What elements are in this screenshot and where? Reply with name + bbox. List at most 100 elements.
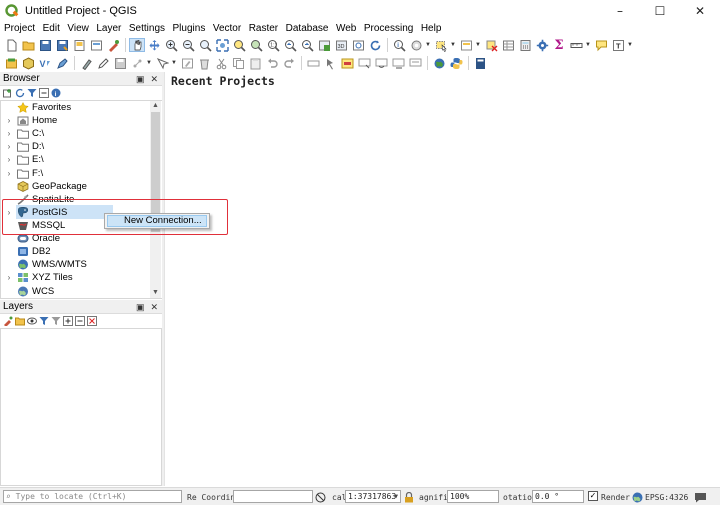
menu-help[interactable]: Help (421, 23, 442, 34)
save-project-icon[interactable] (37, 38, 53, 52)
tree-item-db2[interactable]: DB2 (1, 245, 50, 258)
scroll-down-icon[interactable]: ▼ (150, 288, 161, 298)
processing-toolbox-icon[interactable] (534, 38, 550, 52)
save-edits-icon[interactable] (112, 56, 128, 70)
change-label-icon[interactable] (390, 56, 406, 70)
select-features-icon[interactable] (433, 38, 449, 52)
tree-item-favorites[interactable]: Favorites (1, 101, 71, 114)
python-console-icon[interactable] (448, 56, 464, 70)
crs-globe-icon[interactable] (632, 491, 643, 503)
menu-processing[interactable]: Processing (364, 23, 413, 34)
undo-icon[interactable] (264, 56, 280, 70)
tree-item-drive-d[interactable]: › D:\ (1, 140, 44, 153)
delete-selected-icon[interactable] (196, 56, 212, 70)
new-print-layout-icon[interactable] (71, 38, 87, 52)
filter-legend-icon[interactable] (39, 316, 49, 326)
modify-attributes-icon[interactable] (179, 56, 195, 70)
digitize-icon[interactable] (54, 56, 70, 70)
zoom-to-selection-icon[interactable] (231, 38, 247, 52)
run-action-icon[interactable] (408, 38, 424, 52)
menu-edit[interactable]: Edit (43, 23, 60, 34)
filter-expression-icon[interactable] (51, 316, 61, 326)
float-panel-icon[interactable]: ▣ (136, 302, 145, 313)
current-edits-icon[interactable] (78, 56, 94, 70)
zoom-next-icon[interactable] (299, 38, 315, 52)
style-manager-icon[interactable] (105, 38, 121, 52)
new-3d-map-icon[interactable]: 3D (333, 38, 349, 52)
data-source-manager-icon[interactable] (3, 56, 19, 70)
messages-icon[interactable] (694, 491, 707, 503)
add-selected-layers-icon[interactable] (3, 88, 13, 98)
select-by-value-icon[interactable] (458, 38, 474, 52)
zoom-rubber-band-icon[interactable] (197, 38, 213, 52)
new-project-icon[interactable] (3, 38, 19, 52)
dropdown-arrow-icon[interactable]: ▼ (450, 42, 456, 48)
help-contents-icon[interactable] (472, 56, 488, 70)
statistical-summary-icon[interactable]: Σ (551, 38, 567, 53)
dropdown-arrow-icon[interactable]: ▼ (171, 60, 177, 66)
lock-scale-icon[interactable] (404, 491, 414, 503)
highlight-pinned-labels-icon[interactable] (339, 56, 355, 70)
show-hide-labels-icon[interactable] (407, 56, 423, 70)
copy-features-icon[interactable] (230, 56, 246, 70)
field-calculator-icon[interactable] (517, 38, 533, 52)
extents-toggle-icon[interactable] (315, 491, 326, 503)
label-toolbar-icon[interactable] (305, 56, 321, 70)
expand-arrow[interactable]: › (5, 155, 13, 164)
menu-database[interactable]: Database (286, 23, 329, 34)
coordinate-field[interactable] (233, 490, 313, 503)
minimize-button[interactable]: – (600, 0, 640, 22)
refresh-icon[interactable] (367, 38, 383, 52)
new-shapefile-icon[interactable]: V (37, 56, 53, 70)
save-as-icon[interactable] (54, 38, 70, 52)
close-button[interactable]: ✕ (680, 0, 720, 22)
expand-arrow[interactable]: › (5, 142, 13, 151)
filter-icon[interactable] (27, 88, 37, 98)
pan-map-icon[interactable] (129, 38, 145, 52)
dropdown-arrow-icon[interactable]: ▼ (627, 42, 633, 48)
temporal-controller-icon[interactable] (350, 38, 366, 52)
add-feature-icon[interactable] (129, 56, 145, 70)
scale-combo[interactable]: 1:37317863 ▼ (345, 490, 401, 503)
render-checkbox[interactable]: ✓ (588, 491, 598, 501)
tree-item-wcs[interactable]: WCS (1, 285, 54, 298)
scroll-up-icon[interactable]: ▲ (150, 101, 161, 111)
menu-plugins[interactable]: Plugins (173, 23, 206, 34)
menu-raster[interactable]: Raster (249, 23, 278, 34)
paste-features-icon[interactable] (247, 56, 263, 70)
map-tips-icon[interactable] (593, 38, 609, 52)
magnifier-spinbox[interactable]: 100% (447, 490, 499, 503)
dropdown-arrow-icon[interactable]: ▼ (146, 60, 152, 66)
new-geopackage-layer-icon[interactable] (20, 56, 36, 70)
zoom-in-icon[interactable] (163, 38, 179, 52)
deselect-features-icon[interactable] (483, 38, 499, 52)
menu-project[interactable]: Project (4, 23, 35, 34)
properties-icon[interactable]: i (51, 88, 61, 98)
dropdown-arrow-icon[interactable]: ▼ (425, 42, 431, 48)
tree-item-drive-f[interactable]: › F:\ (1, 167, 43, 180)
menu-settings[interactable]: Settings (129, 23, 165, 34)
open-project-icon[interactable] (20, 38, 36, 52)
new-map-view-icon[interactable] (316, 38, 332, 52)
zoom-last-icon[interactable] (282, 38, 298, 52)
tree-item-geopackage[interactable]: GeoPackage (1, 180, 87, 193)
close-panel-icon[interactable]: ✕ (150, 302, 158, 313)
identify-features-icon[interactable]: i (391, 38, 407, 52)
open-layer-styling-icon[interactable] (3, 316, 13, 326)
menu-view[interactable]: View (67, 23, 89, 34)
dropdown-arrow-icon[interactable]: ▼ (475, 42, 481, 48)
remove-layer-icon[interactable] (87, 316, 97, 326)
tree-item-drive-e[interactable]: › E:\ (1, 153, 44, 166)
rotate-label-icon[interactable] (373, 56, 389, 70)
maximize-button[interactable]: ☐ (640, 0, 680, 22)
menu-layer[interactable]: Layer (96, 23, 121, 34)
redo-icon[interactable] (281, 56, 297, 70)
menu-vector[interactable]: Vector (213, 23, 241, 34)
zoom-to-layer-icon[interactable] (248, 38, 264, 52)
pan-to-selection-icon[interactable] (146, 38, 162, 52)
toggle-editing-icon[interactable] (95, 56, 111, 70)
tree-item-xyz-tiles[interactable]: › XYZ Tiles (1, 271, 73, 284)
zoom-native-icon[interactable]: 1:1 (265, 38, 281, 52)
dropdown-arrow-icon[interactable]: ▼ (585, 42, 591, 48)
show-layout-manager-icon[interactable] (88, 38, 104, 52)
